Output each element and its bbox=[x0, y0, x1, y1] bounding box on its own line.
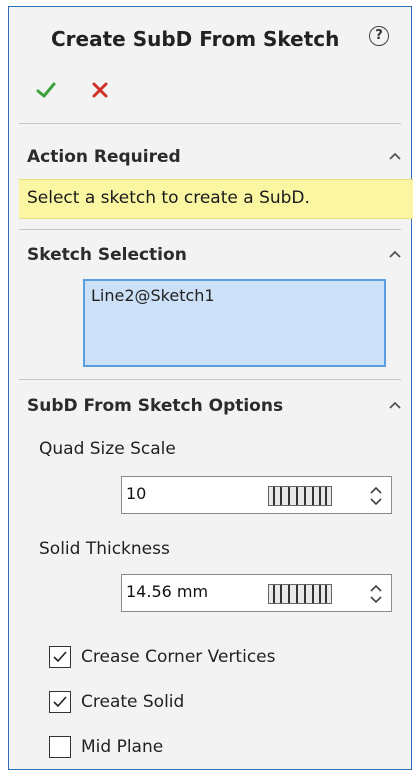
panel-title: Create SubD From Sketch bbox=[51, 27, 340, 51]
divider bbox=[19, 123, 401, 124]
solid-thickness-value[interactable]: 14.56 mm bbox=[126, 582, 208, 601]
checkmark-icon bbox=[53, 651, 67, 663]
help-icon[interactable]: ? bbox=[369, 26, 389, 46]
action-required-message-box: Select a sketch to create a SubD. bbox=[19, 179, 413, 219]
checkmark-icon bbox=[53, 696, 67, 708]
ok-checkmark-icon[interactable] bbox=[35, 79, 57, 101]
mid-plane-label[interactable]: Mid Plane bbox=[81, 737, 163, 757]
cancel-close-icon[interactable] bbox=[89, 79, 111, 101]
quad-size-scale-spinbox[interactable]: 10 bbox=[121, 476, 392, 514]
section-header-action-required[interactable]: Action Required bbox=[27, 147, 181, 167]
mid-plane-checkbox[interactable] bbox=[49, 736, 71, 758]
sketch-selection-box[interactable]: Line2@Sketch1 bbox=[83, 279, 386, 367]
create-solid-label[interactable]: Create Solid bbox=[81, 692, 184, 712]
create-solid-checkbox[interactable] bbox=[49, 691, 71, 713]
chevron-up-icon[interactable] bbox=[388, 151, 402, 161]
divider bbox=[19, 229, 401, 230]
thumbwheel-icon[interactable] bbox=[268, 486, 332, 506]
thumbwheel-icon[interactable] bbox=[268, 584, 332, 604]
quad-size-scale-label: Quad Size Scale bbox=[39, 439, 176, 459]
divider bbox=[19, 379, 401, 380]
section-header-subd-options[interactable]: SubD From Sketch Options bbox=[27, 396, 283, 416]
spin-arrows-icon[interactable] bbox=[368, 582, 384, 606]
quad-size-scale-value[interactable]: 10 bbox=[126, 484, 146, 503]
action-required-message: Select a sketch to create a SubD. bbox=[27, 188, 310, 208]
property-manager-panel: Create SubD From Sketch ? Action Require… bbox=[8, 6, 413, 770]
spin-arrows-icon[interactable] bbox=[368, 484, 384, 508]
selected-sketch-item[interactable]: Line2@Sketch1 bbox=[91, 286, 215, 305]
crease-corner-vertices-label[interactable]: Crease Corner Vertices bbox=[81, 647, 275, 667]
solid-thickness-spinbox[interactable]: 14.56 mm bbox=[121, 574, 392, 612]
solid-thickness-label: Solid Thickness bbox=[39, 539, 170, 559]
crease-corner-vertices-checkbox[interactable] bbox=[49, 646, 71, 668]
chevron-up-icon[interactable] bbox=[388, 400, 402, 410]
chevron-up-icon[interactable] bbox=[388, 249, 402, 259]
section-header-sketch-selection[interactable]: Sketch Selection bbox=[27, 245, 187, 265]
